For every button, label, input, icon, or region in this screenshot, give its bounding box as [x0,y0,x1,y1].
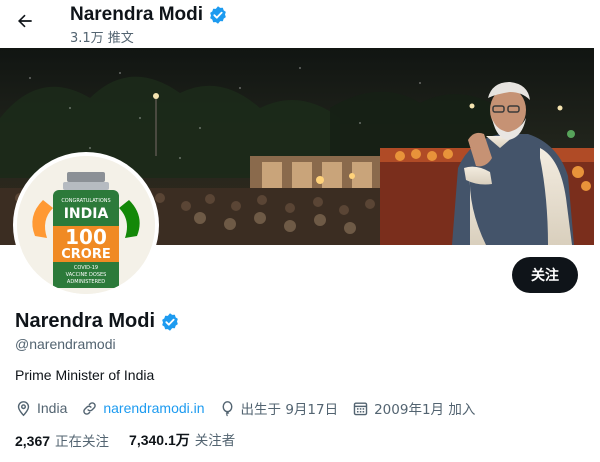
header-name: Narendra Modi [70,4,204,25]
following-link[interactable]: 2,367 正在关注 [15,430,109,450]
verified-badge-icon[interactable] [160,312,180,332]
badge-unit-text: CRORE [61,247,111,262]
badge-country-text: INDIA [64,206,109,222]
joined-item: 2009年1月 加入 [352,398,475,418]
followers-count: 7,340.1万 [129,432,190,448]
birthday-item: 出生于 9月17日 [219,398,339,418]
profile-handle: @narendramodi [15,336,116,352]
location-text: India [37,400,68,416]
profile-avatar[interactable]: CONGRATULATIONS INDIA 100 CRORE COVID-19… [13,152,159,298]
followers-label: 关注者 [194,433,236,449]
badge-line2-text: VACCINE DOSES [66,272,107,278]
balloon-icon [222,400,232,416]
joined-text: 2009年1月 加入 [374,402,476,418]
top-bar: Narendra Modi 3.1万 推文 [0,0,600,48]
location-item: India [15,400,67,417]
follow-button[interactable]: 关注 [512,257,578,293]
following-label: 正在关注 [55,433,110,450]
badge-number-text: 100 [65,225,107,249]
vaccine-badge-graphic: CONGRATULATIONS INDIA 100 CRORE COVID-19… [17,156,155,294]
badge-line1-text: COVID-19 [74,265,98,271]
birthday-text: 出生于 9月17日 [240,402,339,418]
badge-small-text: CONGRATULATIONS [61,198,110,204]
profile-stats-row: 2,367 正在关注 7,340.1万 关注者 [15,429,255,450]
verified-badge-icon [210,6,226,24]
header-title-row: Narendra Modi [70,4,228,26]
profile-meta-row: India narendramodi.in 出生于 9月17日 2009年1月 … [15,398,489,418]
location-pin-icon [17,400,30,416]
profile-display-name: Narendra Modi [15,310,156,332]
back-button[interactable] [10,6,40,36]
avatar-image: CONGRATULATIONS INDIA 100 CRORE COVID-19… [17,156,155,294]
arrow-left-icon [18,14,32,28]
calendar-icon [353,401,368,415]
profile-name-row: Narendra Modi [15,310,180,333]
badge-line3-text: ADMINISTERED [67,279,105,285]
followers-link[interactable]: 7,340.1万 关注者 [129,429,235,450]
link-icon [83,401,97,415]
website-item: narendramodi.in [81,400,205,417]
following-count: 2,367 [15,432,51,449]
website-link[interactable]: narendramodi.in [103,400,204,416]
tweet-count: 3.1万 推文 [70,31,134,46]
profile-bio: Prime Minister of India [15,367,155,383]
